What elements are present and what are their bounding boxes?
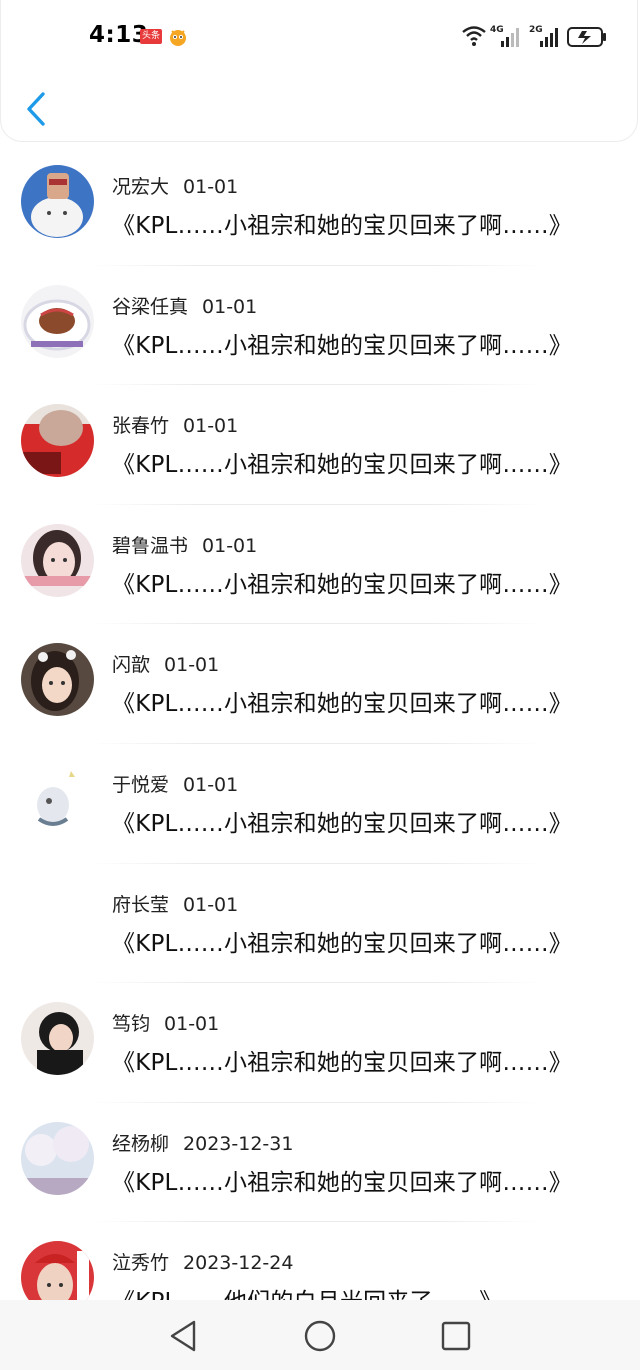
- top-bar: 4:13 头条 4G 2G: [0, 0, 638, 142]
- comment-date: 01-01: [183, 893, 239, 916]
- back-button[interactable]: [23, 90, 51, 128]
- avatar[interactable]: [21, 643, 94, 717]
- comment-date: 2023-12-24: [183, 1252, 294, 1275]
- avatar[interactable]: [21, 882, 94, 956]
- signal-icon: [501, 28, 519, 47]
- commenter-name[interactable]: 笃钧: [112, 1013, 150, 1035]
- comment-text[interactable]: 《KPL……小祖宗和她的宝贝回来了啊……》: [112, 445, 572, 479]
- comment-date: 01-01: [183, 415, 239, 438]
- comment-date: 01-01: [202, 295, 258, 318]
- comment-date: 01-01: [183, 773, 239, 796]
- commenter-name[interactable]: 碧鲁温书: [112, 535, 188, 557]
- avatar[interactable]: [21, 165, 94, 238]
- avatar[interactable]: [21, 762, 94, 836]
- comment-text[interactable]: 《KPL……小祖宗和她的宝贝回来了啊……》: [112, 565, 572, 599]
- commenter-name[interactable]: 张春竹: [112, 415, 169, 437]
- list-item[interactable]: 谷梁任真 01-01 《KPL……小祖宗和她的宝贝回来了啊……》: [0, 266, 640, 386]
- commenter-name[interactable]: 于悦爱: [112, 774, 169, 796]
- list-item[interactable]: 况宏大 01-01 《KPL……小祖宗和她的宝贝回来了啊……》: [0, 146, 640, 266]
- list-item[interactable]: 府长莹 01-01 《KPL……小祖宗和她的宝贝回来了啊……》: [0, 864, 640, 984]
- app-notification-icon: [170, 30, 186, 46]
- comment-date: 01-01: [164, 1013, 220, 1036]
- list-item[interactable]: 经杨柳 2023-12-31 《KPL……小祖宗和她的宝贝回来了啊……》: [0, 1103, 640, 1223]
- comment-text[interactable]: 《KPL……小祖宗和她的宝贝回来了啊……》: [112, 924, 572, 958]
- avatar[interactable]: [21, 1002, 94, 1076]
- commenter-name[interactable]: 谷梁任真: [112, 296, 188, 318]
- comment-text[interactable]: 《KPL……小祖宗和她的宝贝回来了啊……》: [112, 1043, 572, 1077]
- commenter-name[interactable]: 经杨柳: [112, 1133, 169, 1155]
- wifi-icon: [462, 26, 486, 46]
- commenter-name[interactable]: 闪歆: [112, 654, 150, 676]
- list-item[interactable]: 张春竹 01-01 《KPL……小祖宗和她的宝贝回来了啊……》: [0, 385, 640, 505]
- avatar[interactable]: [21, 1121, 94, 1195]
- list-item[interactable]: 于悦爱 01-01 《KPL……小祖宗和她的宝贝回来了啊……》: [0, 744, 640, 864]
- avatar[interactable]: [21, 284, 94, 358]
- comment-text[interactable]: 《KPL……小祖宗和她的宝贝回来了啊……》: [112, 1163, 572, 1197]
- nav-home-button[interactable]: [302, 1318, 338, 1354]
- comment-list: 况宏大 01-01 《KPL……小祖宗和她的宝贝回来了啊……》 谷梁任真 01-01…: [0, 146, 640, 1342]
- comment-date: 01-01: [164, 654, 220, 677]
- avatar[interactable]: [21, 404, 94, 478]
- toutiao-notification-icon: 头条: [140, 29, 162, 44]
- comment-date: 01-01: [183, 176, 239, 198]
- comment-date: 2023-12-31: [183, 1132, 294, 1155]
- comment-text[interactable]: 《KPL……小祖宗和她的宝贝回来了啊……》: [112, 326, 572, 360]
- commenter-name[interactable]: 泣秀竹: [112, 1252, 169, 1274]
- signal-icon: [540, 28, 558, 47]
- comment-text[interactable]: 《KPL……小祖宗和她的宝贝回来了啊……》: [112, 684, 572, 718]
- system-nav-bar: [0, 1300, 640, 1370]
- comment-text[interactable]: 《KPL……小祖宗和她的宝贝回来了啊……》: [112, 206, 572, 240]
- list-item[interactable]: 碧鲁温书 01-01 《KPL……小祖宗和她的宝贝回来了啊……》: [0, 505, 640, 625]
- list-item[interactable]: 闪歆 01-01 《KPL……小祖宗和她的宝贝回来了啊……》: [0, 624, 640, 744]
- comment-text[interactable]: 《KPL……小祖宗和她的宝贝回来了啊……》: [112, 804, 572, 838]
- list-item[interactable]: 笃钧 01-01 《KPL……小祖宗和她的宝贝回来了啊……》: [0, 983, 640, 1103]
- nav-back-button[interactable]: [166, 1318, 202, 1354]
- commenter-name[interactable]: 况宏大: [112, 176, 169, 198]
- commenter-name[interactable]: 府长莹: [112, 894, 169, 916]
- comment-date: 01-01: [202, 534, 258, 557]
- nav-recents-button[interactable]: [438, 1318, 474, 1354]
- avatar[interactable]: [21, 523, 94, 597]
- battery-charging-icon: [567, 27, 606, 47]
